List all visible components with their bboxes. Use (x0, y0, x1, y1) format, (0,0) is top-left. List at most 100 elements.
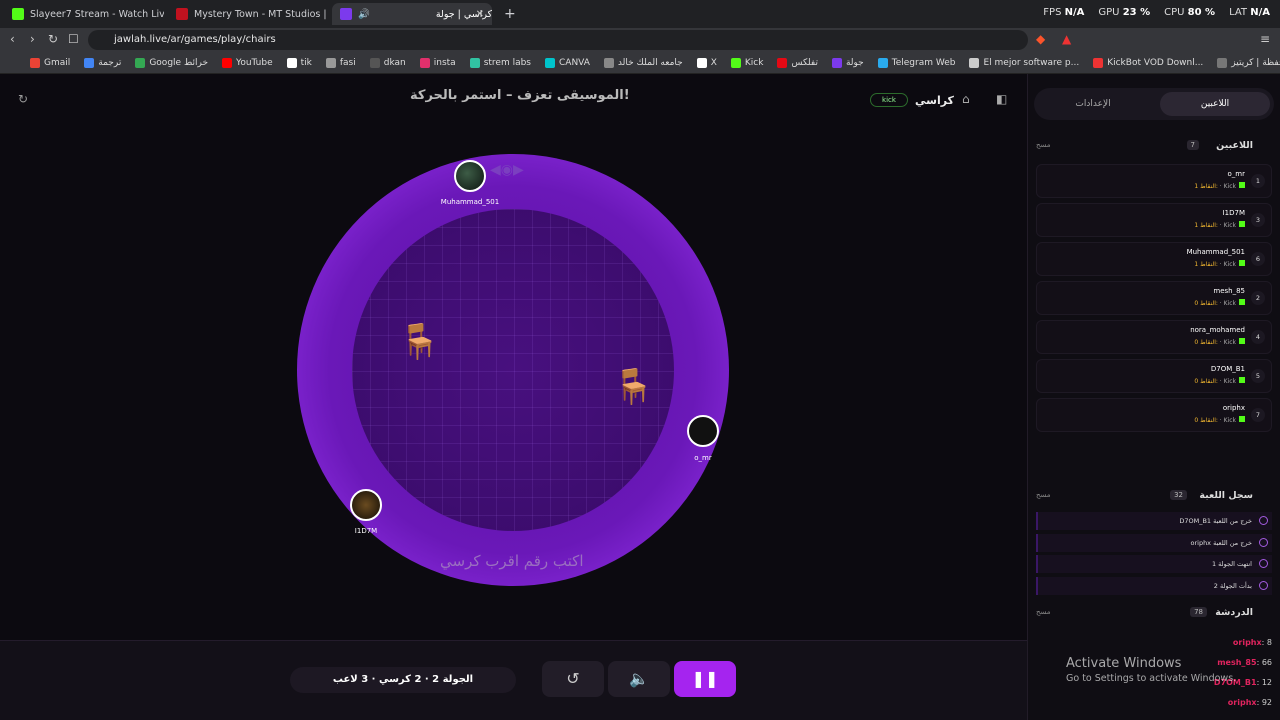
close-icon[interactable]: ✕ (476, 9, 484, 20)
refresh-icon[interactable]: ↻ (18, 92, 28, 106)
sound-button[interactable]: 🔈 (608, 661, 670, 697)
brave-rewards-icon[interactable]: ▲ (1062, 32, 1071, 46)
bookmark-item[interactable]: dkan (369, 57, 406, 68)
player-name: o_mr (694, 454, 712, 462)
sidebar-toggle-icon[interactable]: ◧ (996, 92, 1007, 106)
tab-settings[interactable]: الإعدادات (1038, 92, 1148, 116)
player-name: Muhammad_501 (1186, 248, 1245, 256)
player-number: 4 (1251, 330, 1265, 344)
tab-jawlah[interactable]: 🔊 كراسي | جولة ✕ (332, 3, 492, 25)
player-card[interactable]: nora_mohamed 0 النقاط: · Kick 4 (1036, 320, 1272, 354)
bookmark-icon[interactable]: ☐ (68, 32, 79, 46)
clear-players-button[interactable]: مسح (1036, 141, 1051, 149)
kick-icon (1239, 416, 1245, 422)
info-icon (1259, 580, 1268, 590)
bookmark-item[interactable]: KickBot VOD Downl... (1093, 57, 1203, 68)
kick-icon (1239, 377, 1245, 383)
bookmark-favicon-icon (286, 57, 297, 68)
log-section-header: مسح 32 سجل اللعبة (1036, 490, 1253, 501)
bookmark-item[interactable]: CANVA (545, 57, 590, 68)
chair-icon[interactable]: 🪑 (612, 367, 654, 407)
bookmark-favicon-icon (831, 57, 842, 68)
bookmark-favicon-icon (545, 57, 555, 68)
bookmark-item[interactable]: X (696, 57, 717, 68)
bookmark-item[interactable]: insta (419, 57, 456, 68)
performance-stats: FPS N/A GPU 23 % CPU 80 % LAT N/A (1043, 7, 1270, 18)
game-header: ↻ الموسيقى تعزف – استمر بالحركة! kick كر… (0, 74, 1027, 124)
player-card[interactable]: mesh_85 0 النقاط: · Kick 2 (1036, 281, 1272, 315)
bookmark-item[interactable]: El mejor software p... (969, 57, 1079, 68)
player-points: 0 النقاط: · Kick (1194, 338, 1245, 346)
info-icon (1259, 559, 1268, 568)
player-number: 3 (1251, 213, 1265, 227)
side-panel: اللاعبين الإعدادات مسح 7 اللاعبين o_mr 1 … (1027, 74, 1280, 720)
player-avatar (687, 415, 719, 447)
bookmark-item[interactable]: Google خرائط (135, 57, 208, 68)
bookmark-favicon-icon (877, 57, 888, 68)
bookmark-favicon-icon (469, 57, 480, 68)
chat-section-header: مسح 78 الدردشة (1036, 607, 1253, 618)
log-entry: D7OM_B1 خرج من اللعبة (1036, 512, 1272, 530)
clear-chat-button[interactable]: مسح (1036, 608, 1051, 616)
speaker-icon: 🔈 (629, 669, 649, 688)
brave-shield-icon[interactable]: ◆ (1036, 32, 1045, 46)
chair-icon[interactable]: 🪑 (398, 322, 440, 362)
bookmark-item[interactable]: YouTube (222, 57, 273, 68)
music-note-icon: ◀◉▶ (490, 162, 524, 178)
bookmark-favicon-icon (325, 57, 336, 68)
bookmark-favicon-icon (222, 57, 233, 68)
forward-icon[interactable]: › (30, 32, 35, 46)
bookmark-item[interactable]: Telegram Web (877, 57, 955, 68)
bookmark-item[interactable]: tik (286, 57, 312, 68)
player-card[interactable]: oriphx 0 النقاط: · Kick 7 (1036, 398, 1272, 432)
player-name: I1D7M (354, 527, 378, 535)
bookmark-item[interactable]: fasi (325, 57, 356, 68)
player-card[interactable]: o_mr 1 النقاط: · Kick 1 (1036, 164, 1272, 198)
restart-button[interactable]: ↺ (542, 661, 604, 697)
tab-kick[interactable]: Slayeer7 Stream - Watch Live on Kick (4, 3, 164, 25)
bookmark-item[interactable]: جامعه الملك خالد (603, 57, 683, 68)
back-icon[interactable]: ‹ (10, 32, 15, 46)
kick-icon (12, 8, 24, 20)
menu-icon[interactable]: ≡ (1260, 32, 1270, 46)
player-card[interactable]: D7OM_B1 0 النقاط: · Kick 5 (1036, 359, 1272, 393)
bookmark-item[interactable]: ترجمة (84, 57, 121, 68)
player-name: nora_mohamed (1190, 326, 1245, 334)
bookmark-favicon-icon (30, 57, 40, 68)
bookmark-item[interactable]: جولة (831, 57, 864, 68)
clear-log-button[interactable]: مسح (1036, 491, 1051, 499)
bookmark-item[interactable]: تفلكس (777, 57, 818, 68)
bookmark-item[interactable]: Gmail (30, 57, 70, 68)
log-entry: انتهت الجولة 1 (1036, 555, 1272, 573)
tab-mystery-town[interactable]: Mystery Town - MT Studios | MTRP | (168, 3, 328, 25)
player-points: 0 النقاط: · Kick (1194, 377, 1245, 385)
panel-tabs: اللاعبين الإعدادات (1034, 88, 1274, 120)
player-card[interactable]: Muhammad_501 1 النقاط: · Kick 6 (1036, 242, 1272, 276)
player-card[interactable]: I1D7M 1 النقاط: · Kick 3 (1036, 203, 1272, 237)
player-name: Muhammad_501 (440, 198, 500, 206)
bookmark-favicon-icon (135, 57, 146, 68)
game-title: الموسيقى تعزف – استمر بالحركة! (410, 88, 630, 103)
speaker-icon: 🔊 (358, 8, 370, 20)
bookmark-favicon-icon (1217, 57, 1228, 68)
url-input[interactable]: jawlah.live/ar/games/play/chairs (88, 30, 1028, 50)
bookmark-item[interactable]: Kick (730, 57, 763, 68)
bookmark-item[interactable]: المحفظة | كريتيز (1217, 57, 1280, 68)
pause-button[interactable]: ❚❚ (674, 661, 736, 697)
bookmark-favicon-icon (603, 57, 614, 68)
bookmark-item[interactable]: strem labs (469, 57, 531, 68)
tab-players[interactable]: اللاعبين (1160, 92, 1270, 116)
player-name: mesh_85 (1213, 287, 1245, 295)
new-tab-button[interactable]: + (496, 3, 516, 25)
bookmark-favicon-icon (1093, 57, 1104, 68)
home-icon[interactable]: ⌂ (962, 92, 970, 106)
kick-icon (1239, 338, 1245, 344)
bookmarks-bar: Gmail ترجمة Google خرائط YouTube tik fasi dkan… (0, 52, 1280, 74)
chat-message: oriphx: 92 (1227, 698, 1272, 707)
chat-title: الدردشة (1215, 607, 1253, 618)
player-number: 1 (1251, 174, 1265, 188)
player-points: 0 النقاط: · Kick (1194, 416, 1245, 424)
player-number: 7 (1251, 408, 1265, 422)
reload-icon[interactable]: ↻ (48, 32, 58, 46)
bookmark-favicon-icon (419, 57, 430, 68)
